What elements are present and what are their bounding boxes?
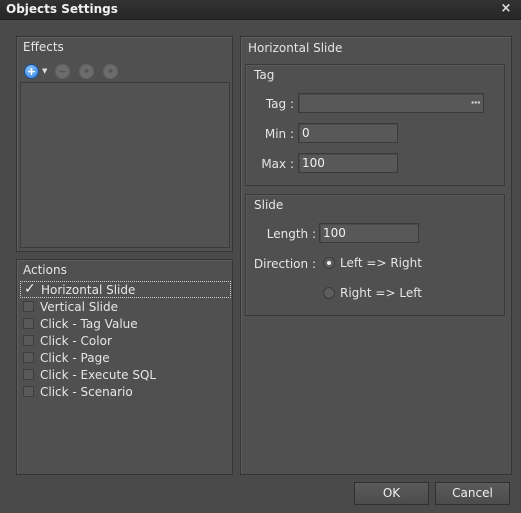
effects-list[interactable] bbox=[20, 82, 230, 248]
action-label: Horizontal Slide bbox=[41, 282, 136, 297]
action-item-click-color[interactable]: Click - Color bbox=[20, 332, 231, 349]
max-label: Max : bbox=[261, 157, 294, 171]
action-item-click-tag-value[interactable]: Click - Tag Value bbox=[20, 315, 231, 332]
effects-title: Effects bbox=[23, 40, 64, 54]
action-item-horizontal-slide[interactable]: ✓ Horizontal Slide bbox=[20, 281, 231, 298]
length-label: Length : bbox=[266, 227, 316, 241]
action-checkbox[interactable] bbox=[23, 318, 34, 329]
action-checkbox[interactable] bbox=[23, 386, 34, 397]
cancel-button[interactable]: Cancel bbox=[435, 482, 510, 505]
radio-left-to-right[interactable] bbox=[323, 257, 335, 269]
action-checkbox[interactable] bbox=[23, 335, 34, 346]
tag-group-title: Tag bbox=[254, 68, 275, 82]
action-label: Click - Page bbox=[40, 350, 110, 365]
action-checkbox[interactable] bbox=[23, 352, 34, 363]
add-effect-icon[interactable]: + bbox=[24, 64, 39, 79]
action-checkbox[interactable] bbox=[23, 369, 34, 380]
action-item-click-page[interactable]: Click - Page bbox=[20, 349, 231, 366]
action-label: Click - Scenario bbox=[40, 384, 133, 399]
radio-label-left-to-right[interactable]: Left => Right bbox=[340, 256, 422, 270]
chevron-down-icon[interactable]: ▼ bbox=[42, 67, 47, 75]
checkmark-icon[interactable]: ✓ bbox=[24, 282, 36, 296]
action-item-click-scenario[interactable]: Click - Scenario bbox=[20, 383, 231, 400]
radio-right-to-left[interactable] bbox=[323, 287, 335, 299]
action-label: Click - Color bbox=[40, 333, 112, 348]
browse-tag-icon[interactable]: ··· bbox=[470, 94, 481, 112]
action-item-vertical-slide[interactable]: Vertical Slide bbox=[20, 298, 231, 315]
tag-label: Tag : bbox=[265, 97, 294, 111]
action-item-click-execute-sql[interactable]: Click - Execute SQL bbox=[20, 366, 231, 383]
ok-button[interactable]: OK bbox=[354, 482, 429, 505]
radio-label-right-to-left[interactable]: Right => Left bbox=[340, 286, 422, 300]
title-bar: Objects Settings × bbox=[0, 0, 521, 20]
move-up-icon[interactable]: • bbox=[79, 64, 94, 79]
action-checkbox[interactable] bbox=[23, 301, 34, 312]
min-field[interactable]: 0 bbox=[298, 123, 398, 143]
max-field[interactable]: 100 bbox=[298, 153, 398, 173]
move-down-icon[interactable]: • bbox=[103, 64, 118, 79]
length-field[interactable]: 100 bbox=[319, 223, 419, 243]
remove-effect-icon[interactable]: − bbox=[55, 64, 70, 79]
tag-field[interactable]: ··· bbox=[298, 93, 484, 113]
action-label: Click - Tag Value bbox=[40, 316, 138, 331]
window-title: Objects Settings bbox=[6, 2, 118, 16]
direction-label: Direction : bbox=[253, 257, 316, 271]
settings-title: Horizontal Slide bbox=[248, 41, 343, 55]
slide-group-title: Slide bbox=[254, 198, 284, 212]
min-label: Min : bbox=[264, 127, 294, 141]
action-label: Click - Execute SQL bbox=[40, 367, 157, 382]
close-icon[interactable]: × bbox=[499, 2, 513, 16]
action-label: Vertical Slide bbox=[40, 299, 119, 314]
actions-title: Actions bbox=[23, 263, 67, 277]
